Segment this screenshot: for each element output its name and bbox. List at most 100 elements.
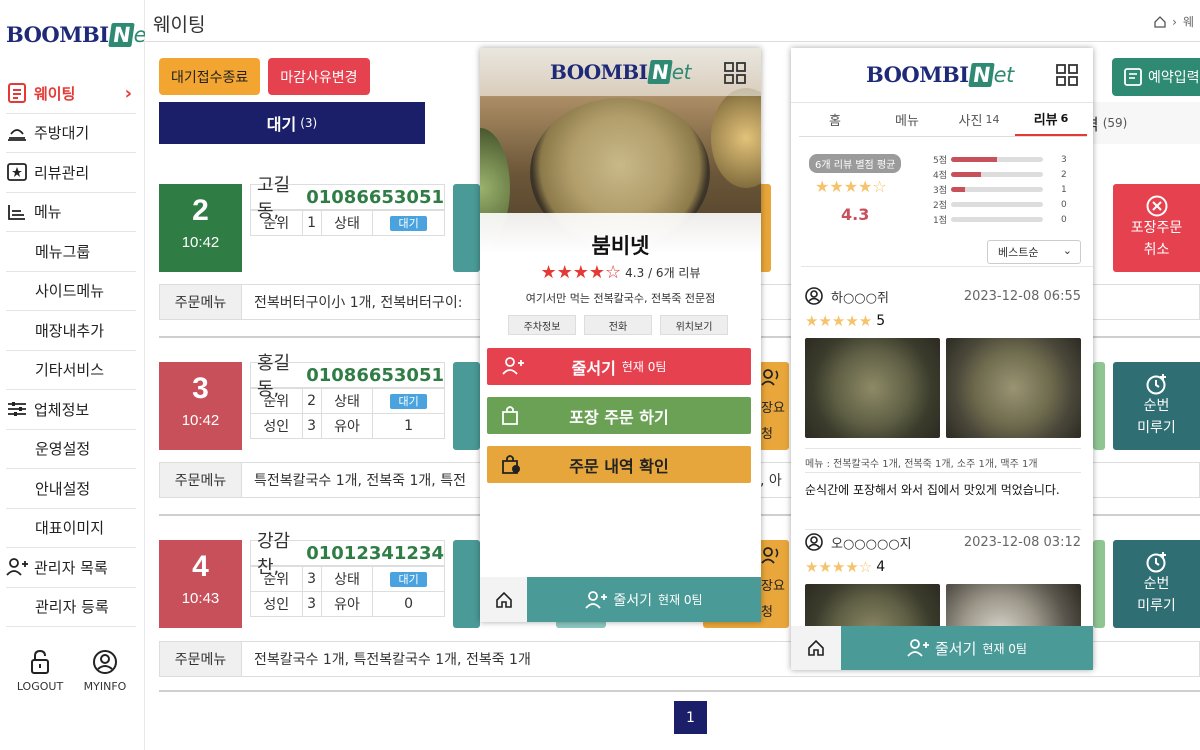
tab-label: 대기 bbox=[266, 115, 297, 134]
sidebar-item-operation[interactable]: 운영설정 bbox=[6, 430, 136, 469]
menu-icon bbox=[6, 202, 28, 222]
sidebar-item-admin-register[interactable]: 관리자 등록 bbox=[6, 588, 136, 627]
button-label: 주문 내역 확인 bbox=[569, 456, 669, 476]
home-button[interactable] bbox=[480, 577, 527, 622]
action-button-partial[interactable] bbox=[1093, 540, 1105, 628]
reserve-input-button[interactable]: 예약입력 bbox=[1112, 58, 1200, 96]
status-label: 상태 bbox=[320, 388, 374, 414]
home-button[interactable] bbox=[791, 626, 841, 670]
sidebar-item-kitchen[interactable]: 주방대기 bbox=[6, 114, 136, 153]
myinfo-label: MYINFO bbox=[83, 680, 127, 693]
clock-plus-icon bbox=[1146, 374, 1166, 395]
tab-label: 메뉴 bbox=[895, 114, 919, 129]
customer-table: 순위 2 상태 대기 성인 3 유아 1 bbox=[250, 388, 445, 439]
sidebar-item-reviews[interactable]: 리뷰관리 bbox=[6, 153, 136, 193]
tab-label: 리뷰 bbox=[1033, 113, 1058, 128]
sidebar-item-label: 메뉴 bbox=[34, 203, 62, 222]
pagination-page-1[interactable]: 1 bbox=[674, 701, 707, 734]
review-photo[interactable] bbox=[946, 338, 1081, 438]
home-icon[interactable] bbox=[1154, 15, 1166, 28]
cancel-takeout-button[interactable]: 포장주문 취소 bbox=[1113, 184, 1200, 272]
parking-info-button[interactable]: 주차정보 bbox=[508, 315, 576, 335]
child-value: 1 bbox=[372, 413, 445, 439]
tab-count: (59) bbox=[1102, 116, 1128, 130]
sidebar-item-guide[interactable]: 안내설정 bbox=[6, 469, 136, 509]
dist-bar bbox=[951, 157, 1043, 162]
sidebar-item-side-menu[interactable]: 사이드메뉴 bbox=[6, 272, 136, 311]
sidebar-item-label: 관리자 목록 bbox=[34, 558, 108, 577]
join-queue-button[interactable]: 줄서기 현재 0팀 bbox=[487, 348, 751, 385]
takeout-request-button-partial[interactable]: 장요청 메세 bbox=[759, 362, 789, 450]
sort-select[interactable]: 베스트순 ⌄ bbox=[987, 240, 1081, 264]
tab-menu[interactable]: 메뉴 bbox=[871, 103, 943, 136]
location-button[interactable]: 위치보기 bbox=[660, 315, 728, 335]
close-reason-button[interactable]: 마감사유변경 bbox=[268, 58, 370, 95]
logo-tail: et bbox=[671, 60, 692, 84]
queue-number-box: 2 10:42 bbox=[159, 184, 242, 272]
myinfo-button[interactable]: MYINFO bbox=[75, 650, 135, 693]
average-stars: ★★★★☆ bbox=[815, 177, 887, 196]
takeout-order-button[interactable]: 포장 주문 하기 bbox=[487, 397, 751, 434]
button-label: 취소 bbox=[1143, 242, 1170, 258]
sidebar-item-menu[interactable]: 메뉴 bbox=[6, 193, 136, 232]
queue-number-box: 4 10:43 bbox=[159, 540, 242, 628]
button-label: 포장주문 bbox=[1130, 220, 1183, 236]
tab-waiting[interactable]: 대기 (3) bbox=[159, 102, 425, 144]
sidebar-item-admin-list[interactable]: 관리자 목록 bbox=[6, 548, 136, 588]
breadcrumb-item[interactable]: 웨 bbox=[1183, 13, 1194, 30]
average-label: 6개 리뷰 별점 평균 bbox=[809, 154, 902, 173]
action-button-partial[interactable] bbox=[1093, 362, 1105, 450]
list-icon bbox=[6, 83, 28, 104]
review-text: 순식간에 포장해서 와서 집에서 맛있게 먹었습니다. bbox=[805, 472, 1081, 498]
customer-phone[interactable]: 01086653051 bbox=[306, 187, 444, 208]
home-icon bbox=[495, 591, 512, 608]
action-button-partial[interactable] bbox=[453, 184, 480, 272]
button-label: 줄서기 bbox=[613, 592, 653, 609]
mobile-store-preview: BOOMBI Net 붐비넷 ★★★★☆ 4.3 / 6개 리뷰 여기서만 먹는 … bbox=[480, 48, 761, 622]
brand-logo[interactable]: BOOMBI Net bbox=[6, 22, 154, 47]
grid-menu-icon[interactable] bbox=[1056, 64, 1078, 86]
tab-reviews[interactable]: 리뷰 6 bbox=[1015, 103, 1087, 136]
customer-phone[interactable]: 01012341234 bbox=[306, 543, 444, 564]
order-history-button[interactable]: 주문 내역 확인 bbox=[487, 446, 751, 483]
tab-home[interactable]: 홈 bbox=[799, 103, 871, 136]
order-menu-label: 주문메뉴 bbox=[160, 642, 242, 676]
logout-button[interactable]: LOGOUT bbox=[10, 650, 70, 693]
dist-label: 3점 bbox=[932, 186, 947, 196]
sidebar: BOOMBI Net 웨이팅 › 주방대기 리뷰관리 메뉴 메뉴그룹 사이드메뉴 … bbox=[0, 0, 154, 750]
end-receive-button[interactable]: 대기접수종료 bbox=[159, 58, 261, 95]
phone-button[interactable]: 전화 bbox=[584, 315, 652, 335]
brand-logo[interactable]: BOOMBI Net bbox=[550, 60, 691, 84]
bottom-join-button[interactable]: 줄서기 현재 0팀 bbox=[841, 626, 1093, 670]
sidebar-item-business-info[interactable]: 업체정보 bbox=[6, 390, 136, 430]
button-label: 장요청 bbox=[761, 401, 785, 442]
status-cell: 대기 bbox=[372, 388, 445, 414]
tab-photos[interactable]: 사진 14 bbox=[943, 103, 1015, 136]
action-button-partial[interactable] bbox=[453, 362, 480, 450]
postpone-button[interactable]: 순번 미루기 bbox=[1113, 362, 1200, 450]
bottom-join-button[interactable]: 줄서기 현재 0팀 bbox=[527, 577, 761, 622]
brand-logo[interactable]: BOOMBI Net bbox=[866, 62, 1014, 87]
grid-menu-icon[interactable] bbox=[724, 62, 746, 84]
sidebar-item-waiting[interactable]: 웨이팅 › bbox=[6, 74, 136, 114]
review-photo[interactable] bbox=[805, 338, 940, 438]
tab-count: (3) bbox=[300, 116, 318, 130]
sidebar-item-other-services[interactable]: 기타서비스 bbox=[6, 351, 136, 390]
customer-info: 고길동, 01086653051 순위 1 상태 대기 bbox=[250, 175, 445, 236]
review-header: 오○○○○○지 2023-12-08 03:12 bbox=[805, 532, 1081, 552]
customer-phone[interactable]: 01086653051 bbox=[306, 365, 444, 386]
user-add-icon bbox=[585, 590, 608, 609]
store-chips: 주차정보 전화 위치보기 bbox=[508, 315, 728, 335]
logo-n: N bbox=[107, 22, 135, 47]
postpone-button[interactable]: 순번 미루기 bbox=[1113, 540, 1200, 628]
tab-completed[interactable]: 격(59) bbox=[1084, 102, 1200, 144]
button-label: 포장 주문 하기 bbox=[569, 407, 669, 427]
sidebar-item-menu-group[interactable]: 메뉴그룹 bbox=[6, 232, 136, 272]
sidebar-item-store-add[interactable]: 매장내추가 bbox=[6, 311, 136, 351]
sidebar-item-label: 메뉴그룹 bbox=[35, 242, 91, 261]
action-button-partial[interactable] bbox=[453, 540, 480, 628]
logo-text: BOOMBI bbox=[866, 62, 969, 87]
customer-table: 순위 1 상태 대기 bbox=[250, 210, 445, 236]
rank-value: 2 bbox=[301, 388, 322, 414]
sidebar-item-main-image[interactable]: 대표이미지 bbox=[6, 509, 136, 548]
